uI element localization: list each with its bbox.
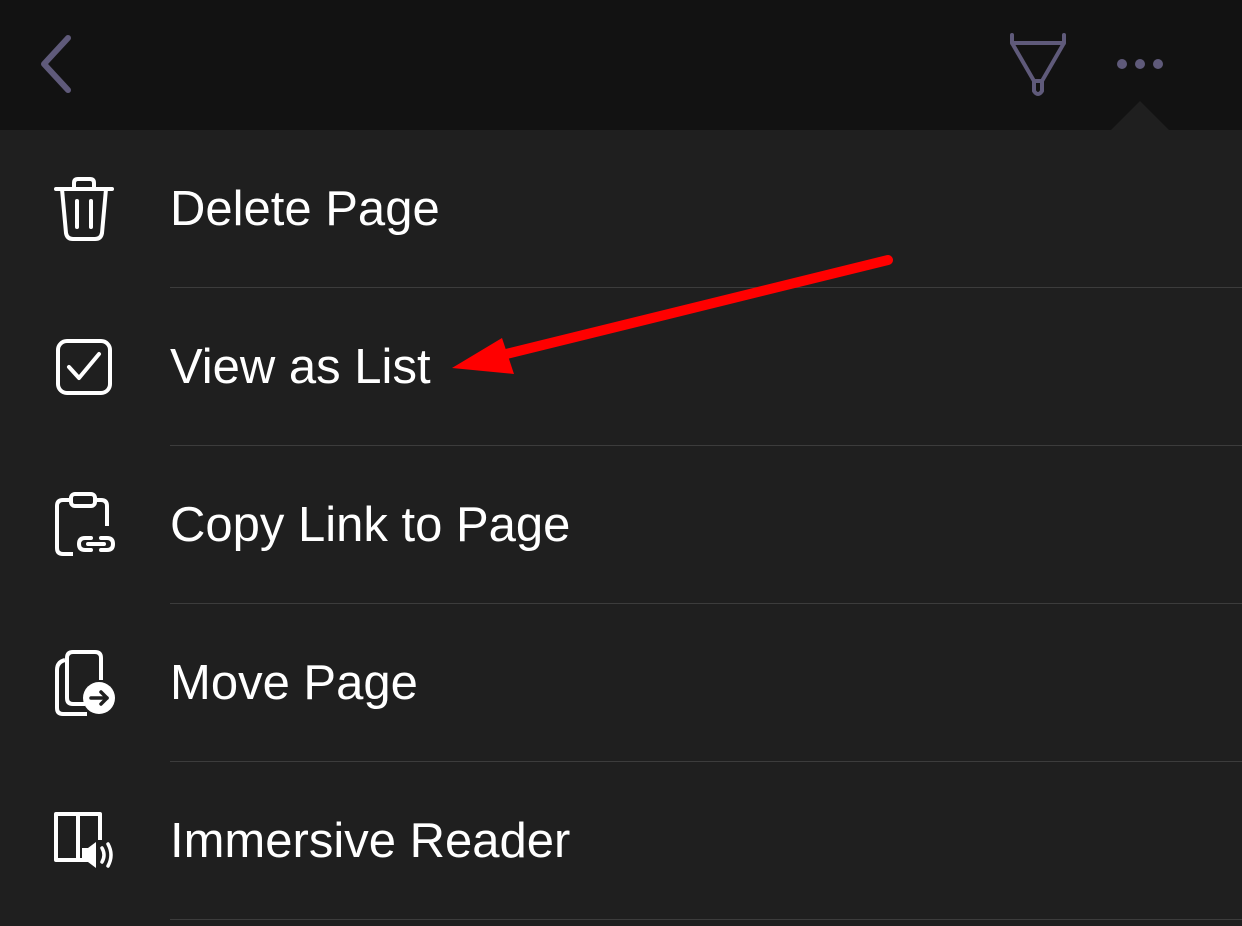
more-options-menu: Delete Page View as List Copy Link to Pa… [0,130,1242,926]
move-page-icon [44,648,124,718]
checkbox-checked-icon [44,332,124,402]
top-bar [0,0,1242,130]
menu-item-view-as-list[interactable]: View as List [0,288,1242,446]
trash-icon [44,174,124,244]
back-button[interactable] [24,24,88,104]
menu-item-delete-page[interactable]: Delete Page [0,130,1242,288]
menu-item-label: Immersive Reader [170,814,571,868]
more-options-button[interactable] [1104,36,1176,92]
app-screen: Delete Page View as List Copy Link to Pa… [0,0,1242,926]
menu-item-label: Delete Page [170,182,440,236]
menu-item-label: Move Page [170,656,418,710]
popover-caret [1111,101,1169,130]
clipboard-link-icon [44,490,124,560]
ellipsis-icon [1117,59,1163,69]
immersive-reader-icon [44,806,124,876]
highlighter-pen-icon [1010,33,1066,96]
menu-item-immersive-reader[interactable]: Immersive Reader [0,762,1242,920]
pen-button[interactable] [1000,26,1076,102]
menu-item-copy-link[interactable]: Copy Link to Page [0,446,1242,604]
menu-item-move-page[interactable]: Move Page [0,604,1242,762]
chevron-left-icon [41,35,71,93]
menu-item-label: View as List [170,340,431,394]
divider [170,919,1242,920]
menu-item-label: Copy Link to Page [170,498,571,552]
